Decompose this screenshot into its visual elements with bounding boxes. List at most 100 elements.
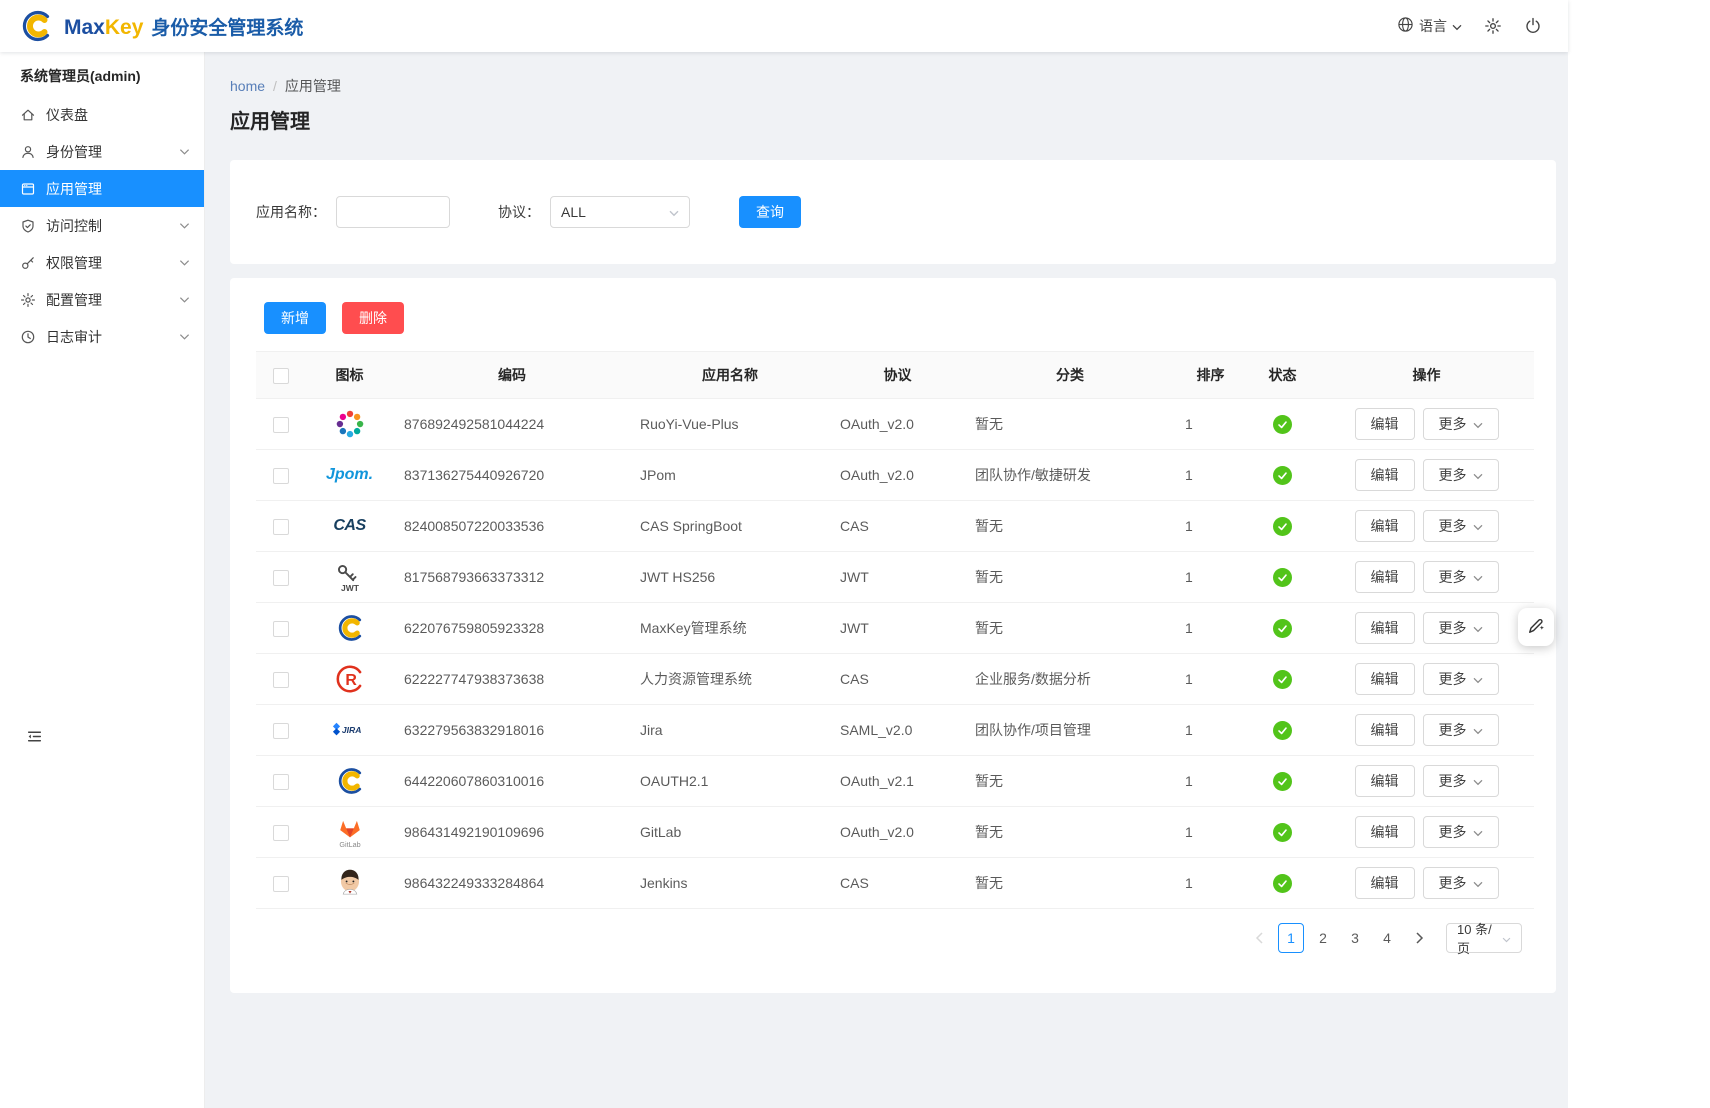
config-icon — [20, 292, 36, 308]
logo-hr-icon: R — [329, 660, 371, 698]
logo-jenkins-icon — [329, 864, 371, 902]
page-button-2[interactable]: 2 — [1310, 923, 1336, 953]
breadcrumb-home[interactable]: home — [230, 78, 265, 94]
sidebar-item-label: 权限管理 — [46, 253, 102, 273]
row-checkbox[interactable] — [273, 570, 289, 586]
apps-icon — [20, 181, 36, 197]
identity-icon — [20, 144, 36, 160]
magic-pen-icon — [1526, 616, 1546, 639]
app-sort: 1 — [1175, 858, 1246, 909]
table-row: 644220607860310016 OAUTH2.1 OAuth_v2.1 暂… — [256, 756, 1534, 807]
more-button[interactable]: 更多 — [1423, 663, 1499, 695]
app-name: JPom — [630, 450, 830, 501]
app-name: 人力资源管理系统 — [630, 654, 830, 705]
table-row: Jpom. 837136275440926720 JPom OAuth_v2.0… — [256, 450, 1534, 501]
search-button[interactable]: 查询 — [739, 196, 801, 228]
page-button-3[interactable]: 3 — [1342, 923, 1368, 953]
sidebar-item-apps[interactable]: 应用管理 — [0, 170, 204, 207]
edit-button[interactable]: 编辑 — [1355, 612, 1415, 644]
chevron-down-icon — [1473, 620, 1483, 636]
more-button[interactable]: 更多 — [1423, 714, 1499, 746]
app-sort: 1 — [1175, 756, 1246, 807]
sidebar-item-label: 访问控制 — [46, 216, 102, 236]
language-menu[interactable]: 语言 — [1397, 16, 1462, 36]
page-size-select[interactable]: 10 条/页 — [1446, 923, 1522, 953]
status-enabled-badge — [1273, 721, 1292, 740]
app-code: 986431492190109696 — [394, 807, 630, 858]
app-sort: 1 — [1175, 501, 1246, 552]
table-row: JIRA 632279563832918016 Jira SAML_v2.0 团… — [256, 705, 1534, 756]
edit-button[interactable]: 编辑 — [1355, 459, 1415, 491]
chevron-down-icon — [1473, 467, 1483, 483]
protocol-label: 协议： — [498, 202, 540, 222]
next-page-button[interactable] — [1406, 923, 1432, 953]
table-body: 876892492581044224 RuoYi-Vue-Plus OAuth_… — [256, 399, 1534, 909]
sidebar-item-dashboard[interactable]: 仪表盘 — [0, 96, 204, 133]
svg-text:GitLab: GitLab — [339, 840, 360, 849]
more-button[interactable]: 更多 — [1423, 561, 1499, 593]
row-checkbox[interactable] — [273, 876, 289, 892]
page-button-4[interactable]: 4 — [1374, 923, 1400, 953]
more-button[interactable]: 更多 — [1423, 408, 1499, 440]
app-protocol: OAuth_v2.0 — [830, 450, 965, 501]
sidebar: 系统管理员(admin) 仪表盘 身份管理 应用管理 访问控制 权限管理 配置管… — [0, 52, 205, 1108]
row-checkbox[interactable] — [273, 825, 289, 841]
header-actions: 语言 — [1397, 16, 1542, 36]
magic-pen-tool-button[interactable] — [1518, 608, 1554, 646]
row-checkbox[interactable] — [273, 774, 289, 790]
more-button[interactable]: 更多 — [1423, 459, 1499, 491]
row-checkbox[interactable] — [273, 519, 289, 535]
sidebar-item-identity[interactable]: 身份管理 — [0, 133, 204, 170]
edit-button[interactable]: 编辑 — [1355, 816, 1415, 848]
sidebar-item-config[interactable]: 配置管理 — [0, 281, 204, 318]
app-protocol: OAuth_v2.0 — [830, 807, 965, 858]
status-enabled-badge — [1273, 415, 1292, 434]
more-button[interactable]: 更多 — [1423, 867, 1499, 899]
page-button-1[interactable]: 1 — [1278, 923, 1304, 953]
more-button[interactable]: 更多 — [1423, 510, 1499, 542]
edit-button[interactable]: 编辑 — [1355, 663, 1415, 695]
edit-button[interactable]: 编辑 — [1355, 561, 1415, 593]
edit-button[interactable]: 编辑 — [1355, 408, 1415, 440]
edit-button[interactable]: 编辑 — [1355, 867, 1415, 899]
chevron-down-icon — [179, 222, 190, 230]
add-button[interactable]: 新增 — [264, 302, 326, 334]
app-protocol: CAS — [830, 654, 965, 705]
col-header-name: 应用名称 — [630, 352, 830, 399]
protocol-select[interactable]: ALL — [550, 196, 690, 228]
permissions-icon — [20, 255, 36, 271]
row-checkbox[interactable] — [273, 417, 289, 433]
app-protocol: CAS — [830, 501, 965, 552]
more-button-label: 更多 — [1439, 720, 1467, 740]
sidebar-item-access-control[interactable]: 访问控制 — [0, 207, 204, 244]
delete-button[interactable]: 删除 — [342, 302, 404, 334]
power-icon[interactable] — [1524, 17, 1542, 35]
row-checkbox[interactable] — [273, 672, 289, 688]
breadcrumb: home / 应用管理 — [230, 76, 1556, 96]
col-header-icon: 图标 — [305, 352, 394, 399]
sidebar-item-audit-log[interactable]: 日志审计 — [0, 318, 204, 355]
row-checkbox[interactable] — [273, 621, 289, 637]
app-name-input[interactable] — [336, 196, 450, 228]
more-button[interactable]: 更多 — [1423, 765, 1499, 797]
status-enabled-badge — [1273, 466, 1292, 485]
more-button[interactable]: 更多 — [1423, 816, 1499, 848]
row-checkbox[interactable] — [273, 468, 289, 484]
sidebar-item-permissions[interactable]: 权限管理 — [0, 244, 204, 281]
edit-button[interactable]: 编辑 — [1355, 714, 1415, 746]
more-button[interactable]: 更多 — [1423, 612, 1499, 644]
prev-page-button[interactable] — [1246, 923, 1272, 953]
app-protocol: OAuth_v2.0 — [830, 399, 965, 450]
chevron-down-icon — [1473, 416, 1483, 432]
edit-button[interactable]: 编辑 — [1355, 765, 1415, 797]
chevron-down-icon — [1452, 18, 1462, 34]
select-all-checkbox[interactable] — [273, 368, 289, 384]
edit-button[interactable]: 编辑 — [1355, 510, 1415, 542]
table-header-row: 图标 编码 应用名称 协议 分类 排序 状态 操作 — [256, 352, 1534, 399]
collapse-sidebar-icon[interactable] — [26, 728, 43, 745]
settings-icon[interactable] — [1484, 17, 1502, 35]
app-name: Jira — [630, 705, 830, 756]
row-checkbox[interactable] — [273, 723, 289, 739]
app-category: 暂无 — [965, 552, 1175, 603]
page-size-value: 10 条/页 — [1457, 919, 1502, 957]
